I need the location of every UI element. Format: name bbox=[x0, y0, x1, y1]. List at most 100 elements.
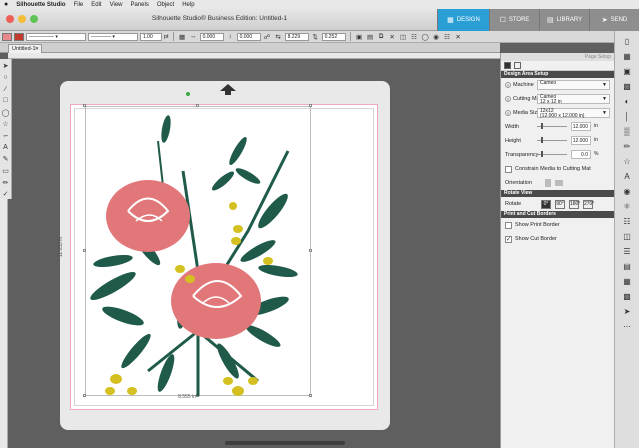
landscape-icon[interactable] bbox=[555, 180, 563, 186]
menu-help[interactable]: Help bbox=[182, 2, 194, 8]
ungroup-icon[interactable]: ▤ bbox=[366, 32, 375, 41]
close-tab-icon[interactable]: ✕ bbox=[35, 45, 39, 53]
transparency-input[interactable]: 0.0 bbox=[571, 150, 591, 159]
align-icon[interactable]: ☷ bbox=[410, 32, 419, 41]
rotate-0-button[interactable]: 0° bbox=[541, 199, 551, 209]
pencil-tool-icon[interactable]: ✏ bbox=[1, 178, 11, 188]
nesting-icon[interactable]: ▩ bbox=[621, 290, 633, 302]
layers-icon[interactable]: ▤ bbox=[621, 260, 633, 272]
resize-handle[interactable] bbox=[309, 249, 312, 252]
line-tool-icon[interactable]: ∕ bbox=[1, 84, 11, 94]
height-slider[interactable] bbox=[537, 137, 567, 143]
line-color-swatch[interactable] bbox=[14, 32, 24, 41]
duplicate-icon[interactable]: ⧉ bbox=[377, 32, 386, 41]
show-cut-border-checkbox[interactable]: ✓ bbox=[505, 235, 512, 243]
group-icon[interactable]: ▣ bbox=[355, 32, 364, 41]
machine-select[interactable]: Cameo ▼ bbox=[537, 80, 610, 90]
menu-view[interactable]: View bbox=[110, 2, 123, 8]
design-canvas[interactable]: 11.033 in 8.555 in bbox=[12, 59, 500, 440]
y-position-field[interactable]: 0.000 bbox=[236, 32, 261, 41]
tab-library[interactable]: ▤ LIBRARY bbox=[539, 9, 589, 31]
line-icon[interactable]: │ bbox=[621, 110, 633, 122]
gradient-icon[interactable]: ▒ bbox=[621, 125, 633, 137]
curve-tool-icon[interactable]: ∽ bbox=[1, 131, 11, 141]
help-icon[interactable]: ? bbox=[505, 96, 511, 102]
portrait-icon[interactable] bbox=[545, 179, 551, 187]
star-icon[interactable]: ☆ bbox=[621, 155, 633, 167]
ellipse-tool-icon[interactable]: ◯ bbox=[1, 108, 11, 118]
page-grid-icon[interactable] bbox=[514, 62, 521, 69]
fill-color-swatch[interactable] bbox=[2, 32, 12, 41]
resize-handle[interactable] bbox=[309, 394, 312, 397]
menu-edit[interactable]: Edit bbox=[91, 2, 101, 8]
modify-icon[interactable]: ◫ bbox=[621, 230, 633, 242]
menu-object[interactable]: Object bbox=[157, 2, 174, 8]
apple-icon[interactable]: ● bbox=[4, 1, 8, 8]
resize-handle[interactable] bbox=[83, 104, 86, 107]
align-panel-icon[interactable]: ☰ bbox=[621, 245, 633, 257]
rotate-180-button[interactable]: 180° bbox=[569, 199, 580, 209]
resize-handle[interactable] bbox=[196, 104, 199, 107]
send-panel-icon[interactable]: ➤ bbox=[621, 305, 633, 317]
help-icon[interactable]: ? bbox=[505, 82, 511, 88]
constrain-checkbox[interactable] bbox=[505, 165, 512, 173]
app-menu[interactable]: Silhouette Studio bbox=[16, 2, 65, 8]
weld-icon[interactable]: ◯ bbox=[421, 32, 430, 41]
resize-handle[interactable] bbox=[83, 249, 86, 252]
height-field[interactable]: 0.252 bbox=[321, 32, 346, 41]
cutting-mat-select[interactable]: Cameo 12 x 12 in ▼ bbox=[537, 94, 610, 104]
offset-panel-icon[interactable]: ◉ bbox=[621, 185, 633, 197]
grid-icon[interactable]: ▦ bbox=[178, 32, 187, 41]
grid-settings-icon[interactable]: ▦ bbox=[621, 50, 633, 62]
height-input[interactable]: 12.000 bbox=[571, 136, 591, 145]
replicate-panel-icon[interactable]: ☷ bbox=[621, 215, 633, 227]
rotate-handle[interactable] bbox=[186, 92, 190, 96]
tab-store[interactable]: ☐ STORE bbox=[489, 9, 539, 31]
sketch-icon[interactable]: ✏ bbox=[621, 140, 633, 152]
image-icon[interactable]: ▩ bbox=[621, 80, 633, 92]
lock-icon[interactable]: ☍ bbox=[263, 32, 272, 41]
width-field[interactable]: 8.229 bbox=[284, 32, 309, 41]
line-width-field[interactable]: 1.00 bbox=[140, 32, 162, 41]
library-panel-icon[interactable]: ▦ bbox=[621, 275, 633, 287]
transparency-slider[interactable] bbox=[537, 151, 567, 157]
text-tool-icon[interactable]: A bbox=[1, 143, 11, 153]
knife-tool-icon[interactable]: ✎ bbox=[1, 154, 11, 164]
document-tab[interactable]: Untitled-1 ✕ bbox=[8, 44, 42, 53]
delete-icon[interactable]: ✕ bbox=[388, 32, 397, 41]
eyedropper-tool-icon[interactable]: ✓ bbox=[1, 189, 11, 199]
rotate-90-button[interactable]: 90° bbox=[555, 199, 565, 209]
offset-icon[interactable]: ◉ bbox=[432, 32, 441, 41]
trace-icon[interactable]: ⚛ bbox=[621, 200, 633, 212]
width-input[interactable]: 12.000 bbox=[571, 122, 591, 131]
tab-send[interactable]: ➤ SEND bbox=[589, 9, 639, 31]
select-tool-icon[interactable]: ➤ bbox=[1, 61, 11, 71]
more-icon[interactable]: ⋯ bbox=[621, 320, 633, 332]
horizontal-scrollbar[interactable] bbox=[225, 441, 345, 445]
show-print-border-checkbox[interactable] bbox=[505, 221, 512, 229]
menu-panels[interactable]: Panels bbox=[131, 2, 149, 8]
text-style-icon[interactable]: A bbox=[621, 170, 633, 182]
replicate-icon[interactable]: ☷ bbox=[443, 32, 452, 41]
arrange-icon[interactable]: ◫ bbox=[399, 32, 408, 41]
x-position-field[interactable]: 0.000 bbox=[199, 32, 224, 41]
polygon-tool-icon[interactable]: ☆ bbox=[1, 119, 11, 129]
floral-design[interactable] bbox=[88, 111, 308, 399]
menu-file[interactable]: File bbox=[74, 2, 84, 8]
rotate-270-button[interactable]: 270° bbox=[583, 199, 594, 209]
eraser-tool-icon[interactable]: ▭ bbox=[1, 166, 11, 176]
close-toolbar-icon[interactable]: ✕ bbox=[454, 32, 463, 41]
media-size-select[interactable]: 12x12 (12.000 x 12.000 in) ▼ bbox=[537, 108, 610, 118]
transform-icon[interactable]: ▣ bbox=[621, 65, 633, 77]
resize-handle[interactable] bbox=[309, 104, 312, 107]
fill-icon[interactable]: ◐ bbox=[621, 95, 633, 107]
line-dash-select[interactable]: ———— ▾ bbox=[88, 32, 138, 41]
tab-design[interactable]: ▦ DESIGN bbox=[437, 9, 489, 31]
line-style-select[interactable]: ————— ▾ bbox=[26, 32, 86, 41]
help-icon[interactable]: ? bbox=[505, 110, 511, 116]
design-page-icon[interactable]: ▯ bbox=[621, 35, 633, 47]
point-edit-icon[interactable]: ○ bbox=[1, 73, 11, 83]
width-slider[interactable] bbox=[537, 123, 567, 129]
page-setup-icon[interactable] bbox=[504, 62, 511, 69]
rectangle-tool-icon[interactable]: □ bbox=[1, 96, 11, 106]
